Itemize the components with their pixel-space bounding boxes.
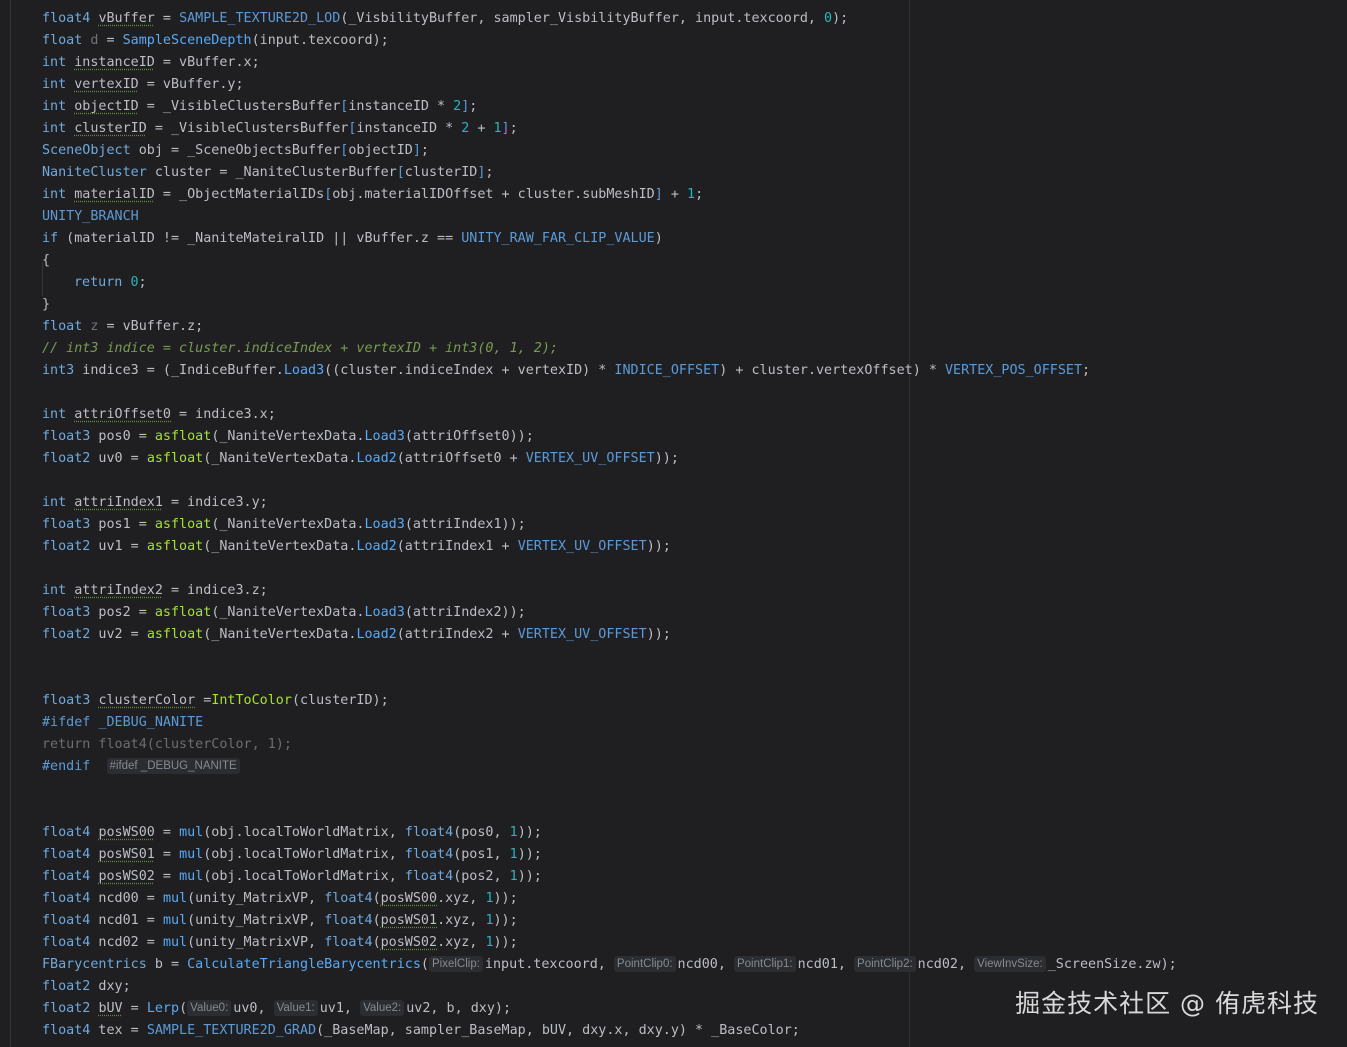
code-line[interactable]: float3 pos0 = asfloat(_NaniteVertexData.… [42,426,1177,448]
code-line[interactable]: float2 dxy; [42,976,1177,998]
code-line[interactable]: } [42,294,1177,316]
code-editor[interactable]: float4 vBuffer = SAMPLE_TEXTURE2D_LOD(_V… [0,0,1347,1047]
code-line[interactable]: if (materialID != _NaniteMateiralID || v… [42,228,1177,250]
code-line[interactable] [42,800,1177,822]
code-line[interactable]: float4 posWS00 = mul(obj.localToWorldMat… [42,822,1177,844]
code-line[interactable]: NaniteCluster cluster = _NaniteClusterBu… [42,162,1177,184]
code-line[interactable]: int attriIndex1 = indice3.y; [42,492,1177,514]
code-line[interactable]: SceneObject obj = _SceneObjectsBuffer[ob… [42,140,1177,162]
parameter-hint: PointClip1: [733,956,796,972]
code-line[interactable]: int instanceID = vBuffer.x; [42,52,1177,74]
code-line[interactable] [42,382,1177,404]
code-line[interactable]: int objectID = _VisibleClustersBuffer[in… [42,96,1177,118]
code-line[interactable]: float4 ncd02 = mul(unity_MatrixVP, float… [42,932,1177,954]
code-line[interactable]: return float4(clusterColor, 1); [42,734,1177,756]
parameter-hint: Value0: [187,1000,232,1016]
code-line[interactable]: int vertexID = vBuffer.y; [42,74,1177,96]
code-line[interactable] [42,668,1177,690]
watermark: 掘金技术社区 @ 侑虎科技 [1015,989,1319,1018]
parameter-hint: Value1: [273,1000,318,1016]
code-line[interactable] [42,646,1177,668]
code-line[interactable]: UNITY_BRANCH [42,206,1177,228]
code-line[interactable]: float3 pos1 = asfloat(_NaniteVertexData.… [42,514,1177,536]
code-line[interactable]: FBarycentrics b = CalculateTriangleBaryc… [42,954,1177,976]
code-line[interactable]: float4 posWS01 = mul(obj.localToWorldMat… [42,844,1177,866]
code-line[interactable]: float2 bUV = Lerp(Value0: uv0, Value1: uv1… [42,998,1177,1020]
endif-hint: #ifdef _DEBUG_NANITE [106,758,240,774]
parameter-hint: PointClip0: [613,956,676,972]
code-line[interactable]: #ifdef _DEBUG_NANITE [42,712,1177,734]
code-line[interactable]: float4 tex = SAMPLE_TEXTURE2D_GRAD(_Base… [42,1020,1177,1042]
code-line[interactable]: float2 uv1 = asfloat(_NaniteVertexData.L… [42,536,1177,558]
indent-guide [10,0,11,1047]
code-line[interactable]: // int3 indice = cluster.indiceIndex + v… [42,338,1177,360]
parameter-hint: Value2: [360,1000,405,1016]
code-line[interactable]: float3 clusterColor =IntToColor(clusterI… [42,690,1177,712]
code-line[interactable]: float z = vBuffer.z; [42,316,1177,338]
code-line[interactable]: float4 posWS02 = mul(obj.localToWorldMat… [42,866,1177,888]
parameter-hint: PixelClip: [428,956,483,972]
code-line[interactable] [42,558,1177,580]
code-line[interactable]: float3 pos2 = asfloat(_NaniteVertexData.… [42,602,1177,624]
parameter-hint: ViewInvSize: [974,956,1046,972]
code-line[interactable]: int attriOffset0 = indice3.x; [42,404,1177,426]
code-line[interactable]: float d = SampleSceneDepth(input.texcoor… [42,30,1177,52]
code-line[interactable]: int3 indice3 = (_IndiceBuffer.Load3((clu… [42,360,1177,382]
code-line[interactable] [42,778,1177,800]
code-line[interactable]: float4 ncd00 = mul(unity_MatrixVP, float… [42,888,1177,910]
code-line[interactable]: float4 vBuffer = SAMPLE_TEXTURE2D_LOD(_V… [42,8,1177,30]
code-line[interactable]: #endif #ifdef _DEBUG_NANITE [42,756,1177,778]
code-line[interactable]: float4 ncd01 = mul(unity_MatrixVP, float… [42,910,1177,932]
code-line[interactable]: float2 uv2 = asfloat(_NaniteVertexData.L… [42,624,1177,646]
parameter-hint: PointClip2: [854,956,916,972]
code-line[interactable]: int materialID = _ObjectMaterialIDs[obj.… [42,184,1177,206]
code-line[interactable]: float2 uv0 = asfloat(_NaniteVertexData.L… [42,448,1177,470]
code-line[interactable]: int clusterID = _VisibleClustersBuffer[i… [42,118,1177,140]
code-line[interactable]: return 0; [42,272,1177,294]
code-area[interactable]: float4 vBuffer = SAMPLE_TEXTURE2D_LOD(_V… [42,8,1177,1042]
code-line[interactable]: int attriIndex2 = indice3.z; [42,580,1177,602]
code-line[interactable] [42,470,1177,492]
code-line[interactable]: { [42,250,1177,272]
